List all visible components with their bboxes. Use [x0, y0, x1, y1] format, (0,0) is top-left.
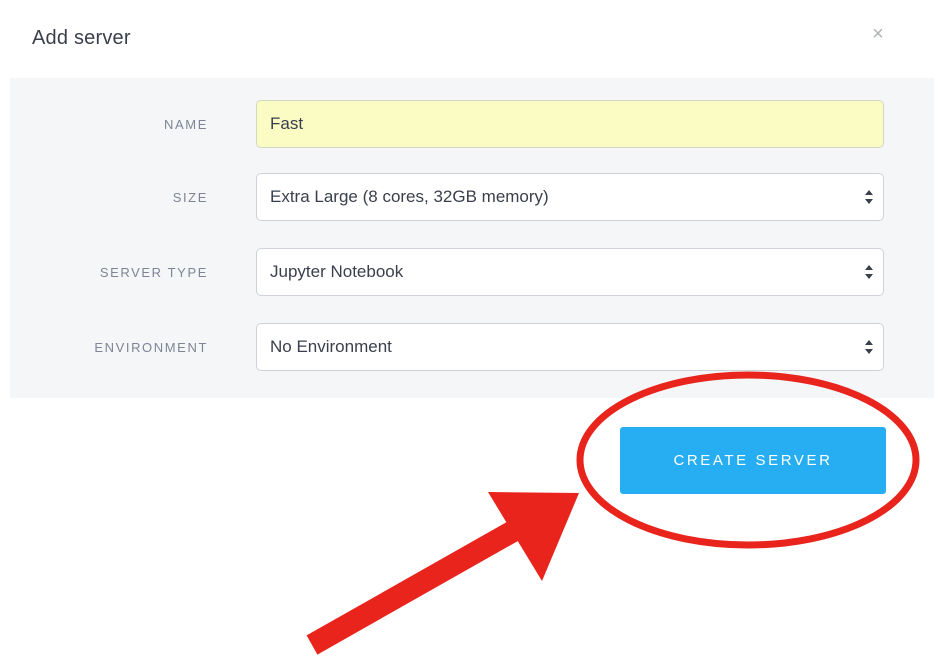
- form-row-server-type: SERVER TYPE Jupyter Notebook: [10, 248, 934, 298]
- select-arrows-icon: [865, 190, 873, 204]
- size-select[interactable]: Extra Large (8 cores, 32GB memory): [256, 173, 884, 221]
- dialog-header: Add server ×: [0, 0, 944, 78]
- environment-label: ENVIRONMENT: [94, 340, 208, 355]
- close-button[interactable]: ×: [866, 22, 890, 46]
- select-arrows-icon: [865, 265, 873, 279]
- environment-select[interactable]: No Environment: [256, 323, 884, 371]
- form-row-size: SIZE Extra Large (8 cores, 32GB memory): [10, 173, 934, 223]
- server-type-select[interactable]: Jupyter Notebook: [256, 248, 884, 296]
- select-arrows-icon: [865, 340, 873, 354]
- server-type-label: SERVER TYPE: [99, 265, 208, 280]
- form-row-name: NAME Fast: [10, 100, 934, 150]
- server-form: NAME Fast SIZE Extra Large (8 cores, 32G…: [10, 78, 934, 398]
- server-type-select-value: Jupyter Notebook: [270, 262, 404, 281]
- size-select-value: Extra Large (8 cores, 32GB memory): [270, 187, 549, 206]
- form-row-environment: ENVIRONMENT No Environment: [10, 323, 934, 373]
- size-label: SIZE: [172, 190, 208, 205]
- add-server-dialog: Add server × NAME Fast SIZE Extra Large …: [0, 0, 944, 662]
- red-arrow-annotation: [306, 492, 579, 655]
- name-input[interactable]: Fast: [256, 100, 884, 148]
- create-server-button[interactable]: CREATE SERVER: [620, 427, 886, 494]
- environment-select-value: No Environment: [270, 337, 392, 356]
- name-input-value: Fast: [270, 114, 304, 133]
- close-icon: ×: [872, 23, 884, 45]
- name-label: NAME: [164, 117, 208, 132]
- dialog-title: Add server: [32, 27, 131, 49]
